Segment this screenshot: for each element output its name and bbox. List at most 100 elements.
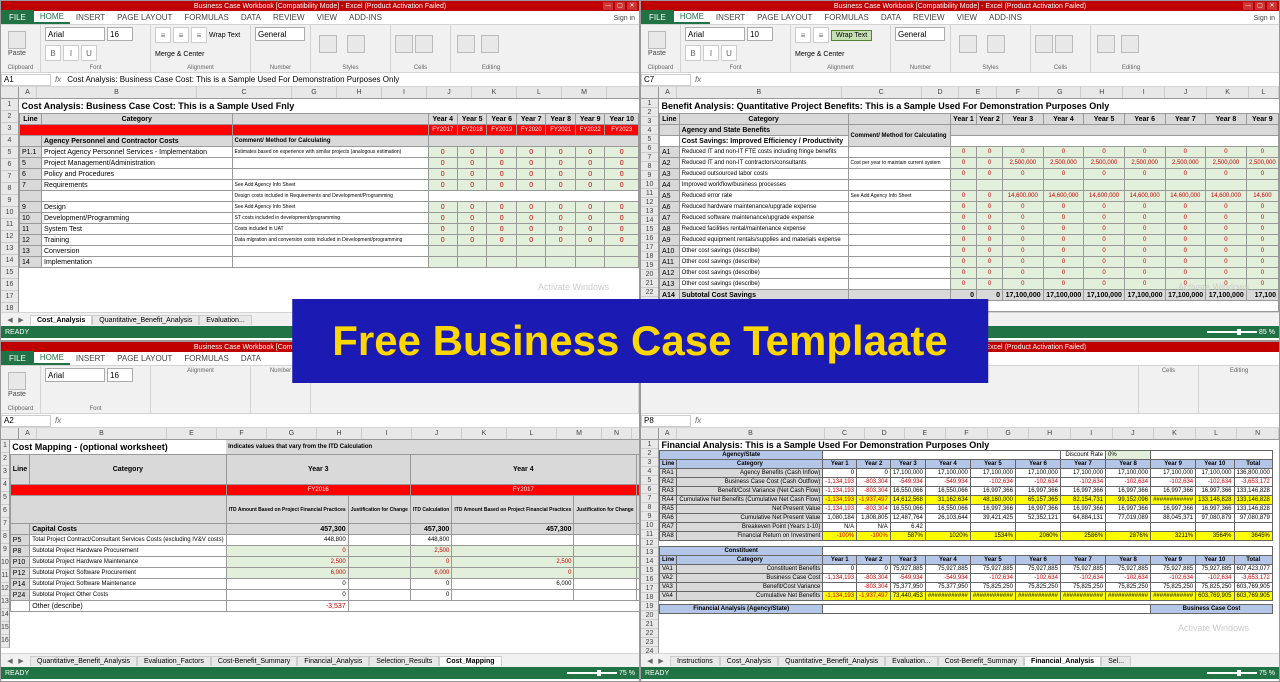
cell[interactable]: 0 [951,147,977,158]
cell[interactable]: 75,927,885 [1015,565,1060,574]
table-row[interactable]: A5Reduced error rateSee Add Agency Info … [660,191,1279,202]
cell[interactable]: 0 [458,213,487,224]
col-c[interactable]: C [197,87,292,98]
cell[interactable]: 0 [951,158,977,169]
row-header[interactable]: 13 [1,596,9,609]
cell[interactable]: -102,634 [970,574,1015,583]
cell[interactable]: 0 [516,202,545,213]
category-cell[interactable]: Reduced error rate [679,191,848,202]
cell[interactable]: 0 [1003,169,1044,180]
cell[interactable]: 6,000 [636,568,639,579]
row-header[interactable]: 1 [1,99,18,111]
cell[interactable] [605,257,639,268]
cell[interactable]: -3,653,172 [1234,478,1272,487]
category-cell[interactable]: Conversion [42,246,233,257]
delete-button[interactable] [415,27,433,61]
cell[interactable] [1196,523,1234,532]
sheet-tab[interactable]: Evaluation... [199,315,252,325]
nav-next-icon[interactable]: ▶ [16,316,26,324]
wrap-text-button[interactable]: Wrap Text [209,32,240,39]
category-cell[interactable]: Other cost savings (describe) [679,268,848,279]
find-button[interactable] [479,27,501,61]
comment-cell[interactable] [848,235,950,246]
size-select[interactable]: 10 [747,27,773,41]
cell[interactable]: 75,377,950 [925,583,970,592]
sheet-tab[interactable]: Quantitative_Benefit_Analysis [778,656,885,666]
cell[interactable]: 0 [951,202,977,213]
row-header[interactable]: 1 [641,99,658,108]
cell[interactable]: 14,600,000 [1206,191,1247,202]
row-header[interactable]: 7 [1,518,9,531]
tab-formulas[interactable]: FORMULAS [818,10,874,24]
cell[interactable]: 14,600 [1246,191,1278,202]
category-cell[interactable]: Other cost savings (describe) [679,279,848,290]
category-cell[interactable]: Development/Programming [42,213,233,224]
cell[interactable]: 1020% [925,532,970,541]
table-row[interactable]: P12Subtotal Project Software Procurement… [10,568,639,579]
sheet-area[interactable]: A B C D E F G H I J K L N 12345678910111… [641,428,1279,653]
cell[interactable]: ############ [1106,592,1151,601]
cell[interactable]: 2,500 [410,546,451,557]
table-row[interactable]: P8Subtotal Project Hardware Procurement0… [10,546,639,557]
row-header[interactable]: 11 [1,570,9,583]
tab-layout[interactable]: PAGE LAYOUT [751,10,818,24]
sheet-tab[interactable]: Cost-Benefit_Summary [211,656,297,666]
cell[interactable]: -1,134,193 [823,505,857,514]
cell[interactable]: 97,080,879 [1196,514,1234,523]
cell[interactable] [970,523,1015,532]
cell[interactable]: 0 [951,213,977,224]
cell[interactable]: 0 [1124,224,1165,235]
benefit-analysis-table[interactable]: Benefit Analysis: Quantitative Project B… [659,99,1279,312]
cell[interactable]: 14,600,000 [1043,191,1084,202]
category-cell[interactable]: Training [42,235,233,246]
cell[interactable]: 1,808,805 [857,514,891,523]
cell[interactable]: -1,937,497 [857,496,891,505]
cell[interactable]: 0 [1124,279,1165,290]
category-cell[interactable]: Reduced outsourced labor costs [679,169,848,180]
table-row[interactable]: P14Subtotal Project Software Maintenance… [10,579,639,590]
cell[interactable]: 0 [1084,268,1125,279]
cell[interactable]: 99,152,096 [1106,496,1151,505]
signin-link[interactable]: Sign in [1250,13,1279,24]
row-header[interactable]: 4 [1,479,9,492]
category-cell[interactable]: Subtotal Project Other Costs [30,590,226,601]
col[interactable]: A [19,428,37,439]
cell[interactable]: -102,634 [1015,478,1060,487]
row-header[interactable]: 15 [1,622,9,635]
comment-cell[interactable]: Cost per year to maintain current system [848,158,950,169]
cell[interactable]: 0 [428,158,457,169]
cell[interactable] [925,523,970,532]
cell[interactable]: 0 [1043,147,1084,158]
cell[interactable]: 4,000 [636,557,639,568]
align-icon[interactable]: ≡ [191,27,207,43]
font-select[interactable]: Arial [45,368,105,382]
cell[interactable]: 0 [977,213,1003,224]
cell[interactable]: 77,019,089 [1106,514,1151,523]
zoom-controls[interactable]: 85 % [1207,329,1275,336]
cell[interactable]: 0 [605,180,639,191]
row-header[interactable]: 17 [1,291,18,303]
cell[interactable]: 17,100,000 [1151,469,1196,478]
cell[interactable] [1206,180,1247,191]
cell[interactable] [348,579,410,590]
cell[interactable]: 0 [487,147,516,158]
cell[interactable]: N/A [823,523,857,532]
table-row[interactable]: VA3Benefit/Cost Variance-803,30475,377,9… [660,583,1273,592]
cell[interactable] [951,180,977,191]
table-row[interactable]: P1.1Project Agency Personnel Services - … [20,147,639,158]
comment-cell[interactable]: See Add Agency Info Sheet [232,202,428,213]
cell[interactable]: 75,825,250 [1060,583,1105,592]
cell[interactable]: 0 [605,224,639,235]
cell[interactable]: 0 [977,246,1003,257]
col[interactable]: E [167,428,217,439]
cell[interactable]: 0 [1124,268,1165,279]
category-cell[interactable]: System Test [42,224,233,235]
col[interactable]: K [1154,428,1196,439]
insert-button[interactable] [1035,27,1053,61]
cell[interactable]: 0 [1043,224,1084,235]
row-header[interactable]: 11 [641,189,658,198]
cell[interactable]: 75,927,885 [1196,565,1234,574]
bold-button[interactable]: B [685,45,701,61]
cell[interactable]: 0 [575,147,604,158]
comment-cell[interactable] [232,246,428,257]
